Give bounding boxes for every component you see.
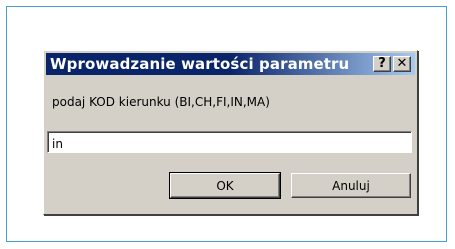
close-icon: ✕ xyxy=(396,56,408,71)
help-icon: ? xyxy=(378,56,386,71)
parameter-value-input[interactable] xyxy=(47,131,412,153)
dialog-titlebar[interactable]: Wprowadzanie wartości parametru ? ✕ xyxy=(46,53,415,75)
ok-button[interactable]: OK xyxy=(169,172,281,199)
dialog-title: Wprowadzanie wartości parametru xyxy=(50,55,350,73)
help-button[interactable]: ? xyxy=(373,56,391,72)
parameter-input-dialog: Wprowadzanie wartości parametru ? ✕ poda… xyxy=(43,50,418,215)
close-button[interactable]: ✕ xyxy=(393,56,411,72)
prompt-label: podaj KOD kierunku (BI,CH,FI,IN,MA) xyxy=(52,95,270,109)
cancel-button[interactable]: Anuluj xyxy=(291,173,411,198)
